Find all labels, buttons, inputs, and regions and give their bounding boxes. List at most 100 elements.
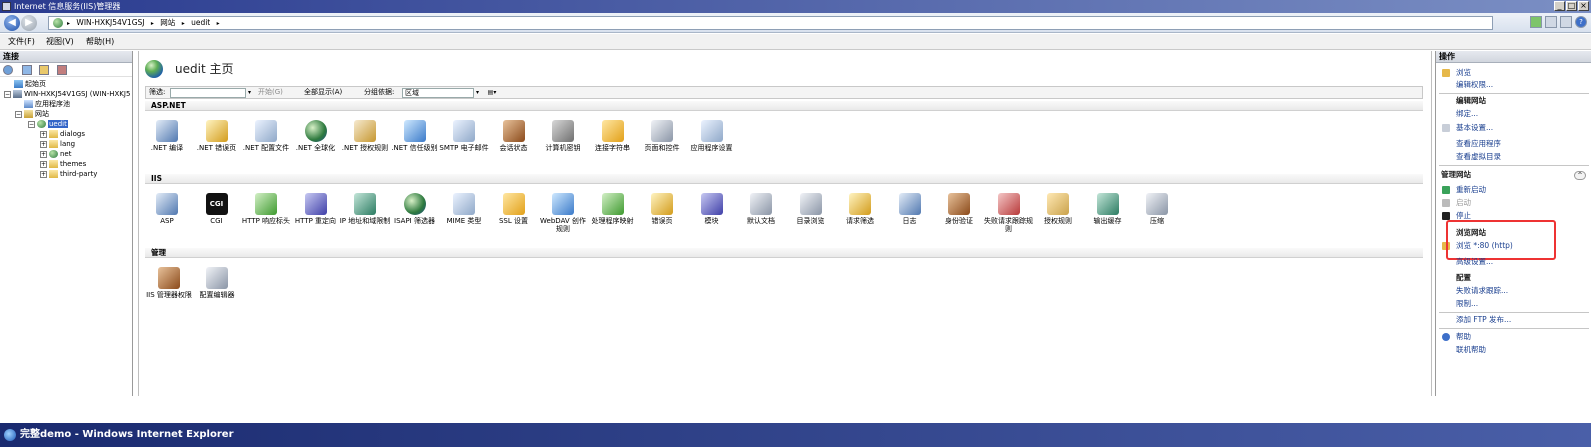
tree-node-uedit[interactable]: − uedit [28, 119, 68, 129]
feature-item[interactable]: 配置编辑器 [191, 267, 243, 299]
collapse-icon[interactable]: − [28, 120, 35, 128]
action-edit-permissions[interactable]: 编辑权限... [1456, 80, 1493, 90]
expand-icon[interactable]: + [40, 140, 47, 148]
section-header-aspnet[interactable]: ASP.NET [145, 101, 1423, 111]
tree-node-dialogs[interactable]: + dialogs [40, 129, 85, 139]
breadcrumb-server[interactable]: WIN-HXKJ54V1GSJ [76, 17, 144, 29]
feature-item[interactable]: 输出缓存 [1082, 193, 1134, 225]
feature-item[interactable]: SMTP 电子邮件 [438, 120, 490, 152]
tree-node-app-pools[interactable]: 应用程序池 [24, 99, 70, 109]
feature-item[interactable]: HTTP 重定向 [290, 193, 342, 225]
taskbar-window-title[interactable]: 完整demo - Windows Internet Explorer [20, 429, 234, 440]
feature-item[interactable]: CGI CGI [191, 193, 243, 225]
section-header-management[interactable]: 管理 [145, 248, 1423, 258]
action-view-virtual-directories[interactable]: 查看虚拟目录 [1456, 152, 1501, 162]
filter-dropdown-icon[interactable]: ▾ [246, 88, 253, 98]
back-button[interactable]: ◀ [4, 15, 20, 31]
feature-item[interactable]: IIS 管理器权限 [143, 267, 195, 299]
collapse-icon[interactable]: − [15, 110, 22, 118]
collapse-icon[interactable]: − [4, 90, 11, 98]
menu-file[interactable]: 文件(F) [8, 34, 35, 50]
disconnect-icon[interactable] [57, 65, 67, 75]
collapse-chevron-icon[interactable]: ^ [1574, 171, 1586, 180]
tree-node-third-party[interactable]: + third-party [40, 169, 97, 179]
expand-icon[interactable]: + [40, 130, 47, 138]
action-failed-request-tracing[interactable]: 失败请求跟踪... [1456, 286, 1508, 296]
feature-item[interactable]: 请求筛选 [834, 193, 886, 225]
refresh-icon[interactable] [1530, 16, 1542, 28]
tree-node-lang[interactable]: + lang [40, 139, 75, 149]
filter-input[interactable] [170, 88, 246, 98]
up-folder-icon[interactable] [39, 65, 49, 75]
action-bindings[interactable]: 绑定... [1456, 109, 1478, 119]
feature-item[interactable]: .NET 编译 [141, 120, 193, 152]
menu-help[interactable]: 帮助(H) [86, 34, 114, 50]
action-view-applications[interactable]: 查看应用程序 [1456, 139, 1501, 149]
feature-item[interactable]: 失败请求跟踪规则 [983, 193, 1035, 233]
tree-node-sites[interactable]: − 网站 [15, 109, 49, 119]
group-by-select[interactable]: 区域 [402, 88, 474, 98]
action-help[interactable]: 帮助 [1456, 332, 1471, 342]
feature-item[interactable]: 身份验证 [933, 193, 985, 225]
feature-item[interactable]: IP 地址和域限制 [339, 193, 391, 225]
feature-item[interactable]: SSL 设置 [488, 193, 540, 225]
feature-item[interactable]: MIME 类型 [438, 193, 490, 225]
minimize-button[interactable]: _ [1554, 1, 1565, 11]
feature-item[interactable]: 页面和控件 [636, 120, 688, 152]
action-basic-settings[interactable]: 基本设置... [1456, 123, 1493, 133]
group-by-dropdown-icon[interactable]: ▾ [474, 88, 481, 98]
home-icon[interactable] [1560, 16, 1572, 28]
feature-item[interactable]: 模块 [686, 193, 738, 225]
feature-item[interactable]: .NET 配置文件 [240, 120, 292, 152]
feature-item[interactable]: ASP [141, 193, 193, 225]
feature-item[interactable]: 计算机密钥 [537, 120, 589, 152]
feature-item[interactable]: .NET 授权规则 [339, 120, 391, 152]
feature-item[interactable]: WebDAV 创作规则 [537, 193, 589, 233]
feature-item[interactable]: 默认文档 [735, 193, 787, 225]
feature-item[interactable]: HTTP 响应标头 [240, 193, 292, 225]
feature-item[interactable]: 连接字符串 [587, 120, 639, 152]
tree-node-server[interactable]: − WIN-HXKJ54V1GSJ (WIN-HXKJ5 [4, 89, 130, 99]
go-button[interactable]: 开始(G) [258, 87, 283, 98]
close-button[interactable]: × [1578, 1, 1589, 11]
menu-view[interactable]: 视图(V) [46, 34, 74, 50]
feature-item[interactable]: 会话状态 [488, 120, 540, 152]
feature-item[interactable]: 错误页 [636, 193, 688, 225]
save-icon[interactable] [22, 65, 32, 75]
feature-item[interactable]: ISAPI 筛选器 [389, 193, 441, 225]
tree-node-themes[interactable]: + themes [40, 159, 86, 169]
feature-item[interactable]: .NET 信任级别 [389, 120, 441, 152]
breadcrumb-sites[interactable]: 网站 [160, 17, 175, 29]
feature-label: 失败请求跟踪规则 [984, 217, 1033, 233]
action-limits[interactable]: 限制... [1456, 299, 1478, 309]
address-bar[interactable]: ▸ WIN-HXKJ54V1GSJ ▸ 网站 ▸ uedit ▸ [48, 16, 1493, 30]
section-header-iis[interactable]: IIS [145, 174, 1423, 184]
expand-icon[interactable]: + [40, 160, 47, 168]
view-mode-icon[interactable]: ▤▾ [486, 88, 498, 98]
action-add-ftp-publishing[interactable]: 添加 FTP 发布... [1456, 315, 1511, 325]
action-browse[interactable]: 浏览 [1456, 68, 1471, 78]
maximize-button[interactable]: □ [1566, 1, 1577, 11]
tree-node-start-page[interactable]: 起始页 [14, 79, 46, 89]
action-advanced-settings[interactable]: 高级设置... [1456, 257, 1493, 267]
show-all-button[interactable]: 全部显示(A) [304, 87, 342, 98]
action-restart[interactable]: 重新启动 [1456, 185, 1486, 195]
stop-icon[interactable] [1545, 16, 1557, 28]
help-icon[interactable]: ? [1575, 16, 1587, 28]
feature-item[interactable]: 应用程序设置 [686, 120, 738, 152]
tree-node-net[interactable]: + net [40, 149, 72, 159]
feature-item[interactable]: 授权规则 [1032, 193, 1084, 225]
breadcrumb-site[interactable]: uedit [191, 17, 210, 29]
forward-button[interactable]: ▶ [21, 15, 37, 31]
expand-icon[interactable]: + [40, 170, 47, 178]
feature-item[interactable]: 目录浏览 [785, 193, 837, 225]
feature-item[interactable]: .NET 全球化 [290, 120, 342, 152]
feature-item[interactable]: .NET 错误页 [191, 120, 243, 152]
expand-icon[interactable]: + [40, 150, 47, 158]
connect-icon[interactable] [3, 65, 13, 75]
feature-item[interactable]: 压缩 [1131, 193, 1183, 225]
feature-item[interactable]: 日志 [884, 193, 936, 225]
feature-item[interactable]: 处理程序映射 [587, 193, 639, 225]
action-online-help[interactable]: 联机帮助 [1456, 345, 1486, 355]
feature-icon [403, 193, 426, 215]
